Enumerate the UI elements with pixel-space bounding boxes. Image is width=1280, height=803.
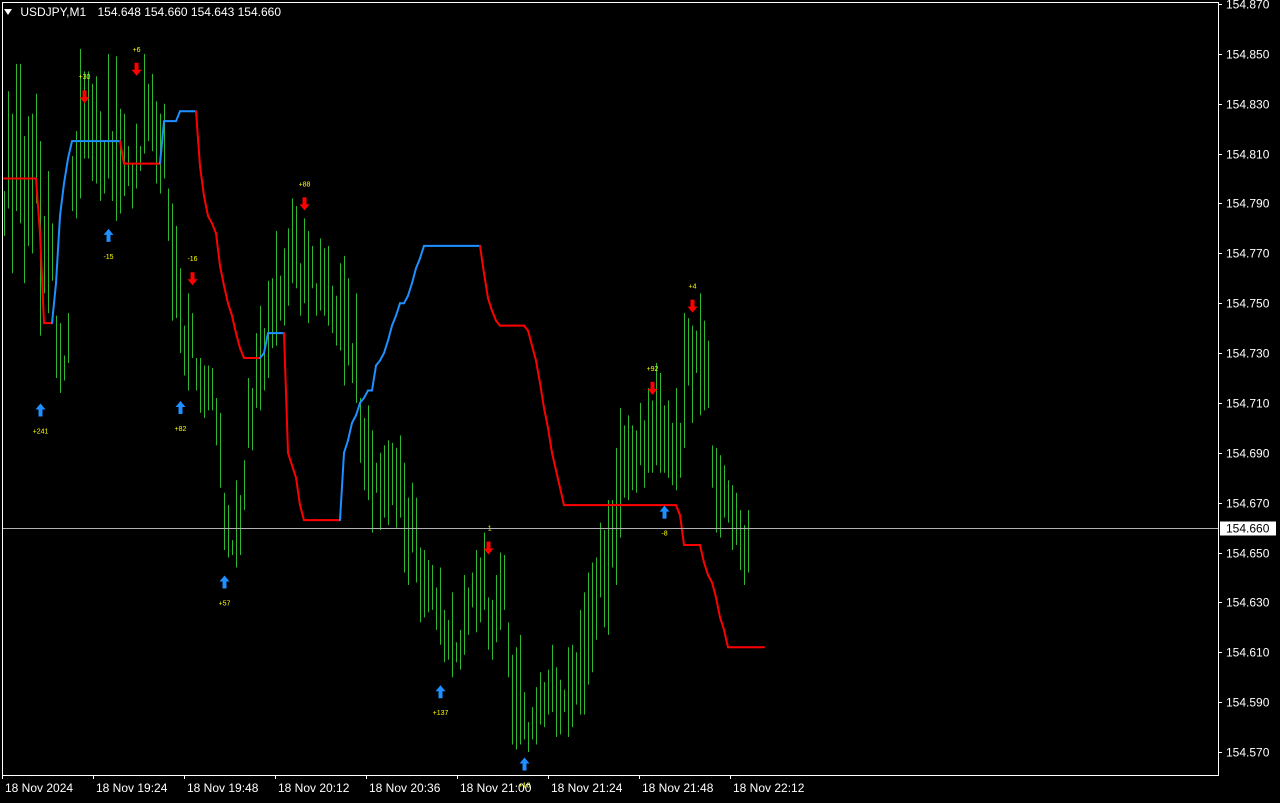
- y-tick-label: 154.690: [1226, 447, 1270, 461]
- y-tick-label: 154.870: [1226, 0, 1270, 12]
- y-tick-label: 154.710: [1226, 397, 1270, 411]
- y-tick-label: 154.630: [1226, 596, 1270, 610]
- y-tick-label: 154.730: [1226, 347, 1270, 361]
- buy-signal-label: +137: [433, 710, 449, 717]
- x-tick-label: 18 Nov 19:48: [187, 781, 259, 795]
- y-tick-label: 154.610: [1226, 646, 1270, 660]
- chart-background: [0, 0, 1280, 799]
- y-tick-label: 154.670: [1226, 497, 1270, 511]
- x-tick-label: 18 Nov 2024: [5, 781, 73, 795]
- sell-signal-label: +88: [299, 181, 311, 188]
- sell-signal-label: -1: [485, 526, 491, 533]
- symbol-label: USDJPY,M1: [20, 4, 87, 19]
- x-tick-label: 18 Nov 20:12: [278, 781, 350, 795]
- sell-signal-label: +4: [689, 284, 697, 291]
- sell-signal-label: -16: [187, 256, 197, 263]
- y-tick-label: 154.830: [1226, 98, 1270, 112]
- y-tick-label: 154.770: [1226, 247, 1270, 261]
- buy-signal-label: -15: [103, 254, 113, 261]
- buy-signal-label: -8: [661, 531, 667, 538]
- y-tick-label: 154.790: [1226, 197, 1270, 211]
- y-tick-label: 154.590: [1226, 696, 1270, 710]
- buy-signal-label: +241: [33, 428, 49, 435]
- buy-signal-label: +82: [175, 426, 187, 433]
- chart-menu-triangle-icon[interactable]: [4, 8, 12, 15]
- sell-signal-label: +92: [647, 366, 659, 373]
- y-tick-label: 154.810: [1226, 148, 1270, 162]
- sell-signal-label: +6: [133, 47, 141, 54]
- x-tick-label: 18 Nov 20:36: [369, 781, 441, 795]
- x-tick-label: 18 Nov 19:24: [96, 781, 168, 795]
- ohlc-readout: 154.648 154.660 154.643 154.660: [97, 4, 282, 19]
- x-tick-label: 18 Nov 21:24: [551, 781, 623, 795]
- sell-signal-label: +30: [79, 74, 91, 81]
- buy-signal-label: +57: [219, 600, 231, 607]
- current-price-label: 154.660: [1226, 522, 1270, 536]
- y-tick-label: 154.750: [1226, 297, 1270, 311]
- chart[interactable]: +241 +30 -15 +6 -16 +82 +57 +88 +137 -1 +18 +92 -8 +4…: [0, 0, 1280, 799]
- x-tick-label: 18 Nov 22:12: [733, 781, 805, 795]
- y-tick-label: 154.570: [1226, 746, 1270, 760]
- x-tick-label: 18 Nov 21:00: [460, 781, 532, 795]
- chart-header: USDJPY,M1 154.648 154.660 154.643 154.66…: [4, 4, 281, 19]
- price-chart-svg[interactable]: +241+30-15+6-16+82+57+88+137-1+18+92-8+4…: [0, 0, 1280, 799]
- y-tick-label: 154.650: [1226, 547, 1270, 561]
- x-tick-label: 18 Nov 21:48: [642, 781, 714, 795]
- y-tick-label: 154.850: [1226, 48, 1270, 62]
